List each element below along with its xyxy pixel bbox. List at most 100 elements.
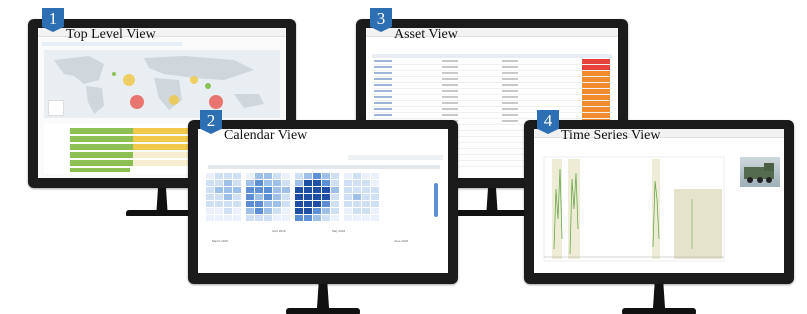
calendar-day-cell[interactable] [344,187,352,193]
calendar-day-cell[interactable] [344,208,352,214]
calendar-day-cell[interactable] [353,180,361,186]
calendar-day-cell[interactable] [246,187,254,193]
calendar-day-cell[interactable] [353,208,361,214]
calendar-day-cell[interactable] [344,194,352,200]
calendar-day-cell[interactable] [371,215,379,221]
calendar-day-cell[interactable] [295,215,303,221]
calendar-day-cell[interactable] [353,194,361,200]
calendar-day-cell[interactable] [295,187,303,193]
calendar-day-cell[interactable] [255,173,263,179]
calendar-day-cell[interactable] [233,201,241,207]
calendar-day-cell[interactable] [331,194,339,200]
calendar-scrollbar[interactable] [434,183,438,217]
calendar-day-cell[interactable] [362,215,370,221]
calendar-day-cell[interactable] [224,215,232,221]
calendar-day-cell[interactable] [353,201,361,207]
calendar-day-cell[interactable] [206,201,214,207]
calendar-day-cell[interactable] [264,215,272,221]
calendar-day-cell[interactable] [246,180,254,186]
calendar-day-cell[interactable] [344,173,352,179]
calendar-day-cell[interactable] [215,215,223,221]
calendar-day-cell[interactable] [353,215,361,221]
calendar-day-cell[interactable] [313,215,321,221]
calendar-day-cell[interactable] [264,194,272,200]
calendar-day-cell[interactable] [224,173,232,179]
calendar-day-cell[interactable] [295,180,303,186]
calendar-day-cell[interactable] [295,194,303,200]
calendar-day-cell[interactable] [273,208,281,214]
calendar-day-cell[interactable] [322,180,330,186]
calendar-day-cell[interactable] [331,215,339,221]
calendar-day-cell[interactable] [322,201,330,207]
calendar-day-cell[interactable] [273,215,281,221]
calendar-day-cell[interactable] [224,208,232,214]
calendar-day-cell[interactable] [206,215,214,221]
calendar-day-cell[interactable] [264,187,272,193]
calendar-day-cell[interactable] [215,208,223,214]
calendar-day-cell[interactable] [206,187,214,193]
calendar-day-cell[interactable] [273,187,281,193]
calendar-day-cell[interactable] [273,194,281,200]
calendar-day-cell[interactable] [282,194,290,200]
calendar-day-cell[interactable] [295,201,303,207]
calendar-day-cell[interactable] [344,180,352,186]
calendar-day-cell[interactable] [295,173,303,179]
calendar-day-cell[interactable] [273,180,281,186]
calendar-day-cell[interactable] [304,173,312,179]
calendar-day-cell[interactable] [331,187,339,193]
calendar-day-cell[interactable] [362,194,370,200]
calendar-day-cell[interactable] [206,208,214,214]
calendar-day-cell[interactable] [313,187,321,193]
calendar-day-cell[interactable] [304,187,312,193]
calendar-day-cell[interactable] [313,173,321,179]
calendar-day-cell[interactable] [224,180,232,186]
calendar-day-cell[interactable] [331,180,339,186]
calendar-day-cell[interactable] [362,173,370,179]
calendar-day-cell[interactable] [322,194,330,200]
calendar-day-cell[interactable] [322,215,330,221]
calendar-day-cell[interactable] [282,215,290,221]
calendar-day-cell[interactable] [304,208,312,214]
calendar-day-cell[interactable] [313,180,321,186]
calendar-day-cell[interactable] [224,187,232,193]
calendar-day-cell[interactable] [331,201,339,207]
calendar-day-cell[interactable] [206,173,214,179]
calendar-day-cell[interactable] [371,208,379,214]
calendar-day-cell[interactable] [322,173,330,179]
calendar-day-cell[interactable] [215,187,223,193]
calendar-day-cell[interactable] [282,187,290,193]
calendar-day-cell[interactable] [224,201,232,207]
calendar-day-cell[interactable] [206,194,214,200]
calendar-day-cell[interactable] [255,180,263,186]
calendar-day-cell[interactable] [353,187,361,193]
calendar-day-cell[interactable] [264,208,272,214]
calendar-day-cell[interactable] [371,201,379,207]
calendar-day-cell[interactable] [331,208,339,214]
calendar-day-cell[interactable] [322,187,330,193]
calendar-day-cell[interactable] [371,194,379,200]
calendar-day-cell[interactable] [282,180,290,186]
calendar-day-cell[interactable] [215,201,223,207]
calendar-day-cell[interactable] [313,201,321,207]
calendar-day-cell[interactable] [371,187,379,193]
calendar-day-cell[interactable] [282,173,290,179]
calendar-day-cell[interactable] [215,180,223,186]
calendar-day-cell[interactable] [233,180,241,186]
calendar-day-cell[interactable] [215,173,223,179]
calendar-day-cell[interactable] [255,187,263,193]
calendar-day-cell[interactable] [353,173,361,179]
calendar-day-cell[interactable] [313,194,321,200]
calendar-day-cell[interactable] [313,208,321,214]
calendar-day-cell[interactable] [362,180,370,186]
calendar-day-cell[interactable] [246,194,254,200]
calendar-day-cell[interactable] [246,208,254,214]
calendar-day-cell[interactable] [206,180,214,186]
calendar-day-cell[interactable] [264,180,272,186]
calendar-day-cell[interactable] [273,173,281,179]
calendar-day-cell[interactable] [371,180,379,186]
calendar-day-cell[interactable] [246,215,254,221]
calendar-day-cell[interactable] [304,215,312,221]
calendar-day-cell[interactable] [304,180,312,186]
calendar-day-cell[interactable] [233,173,241,179]
calendar-day-cell[interactable] [215,194,223,200]
